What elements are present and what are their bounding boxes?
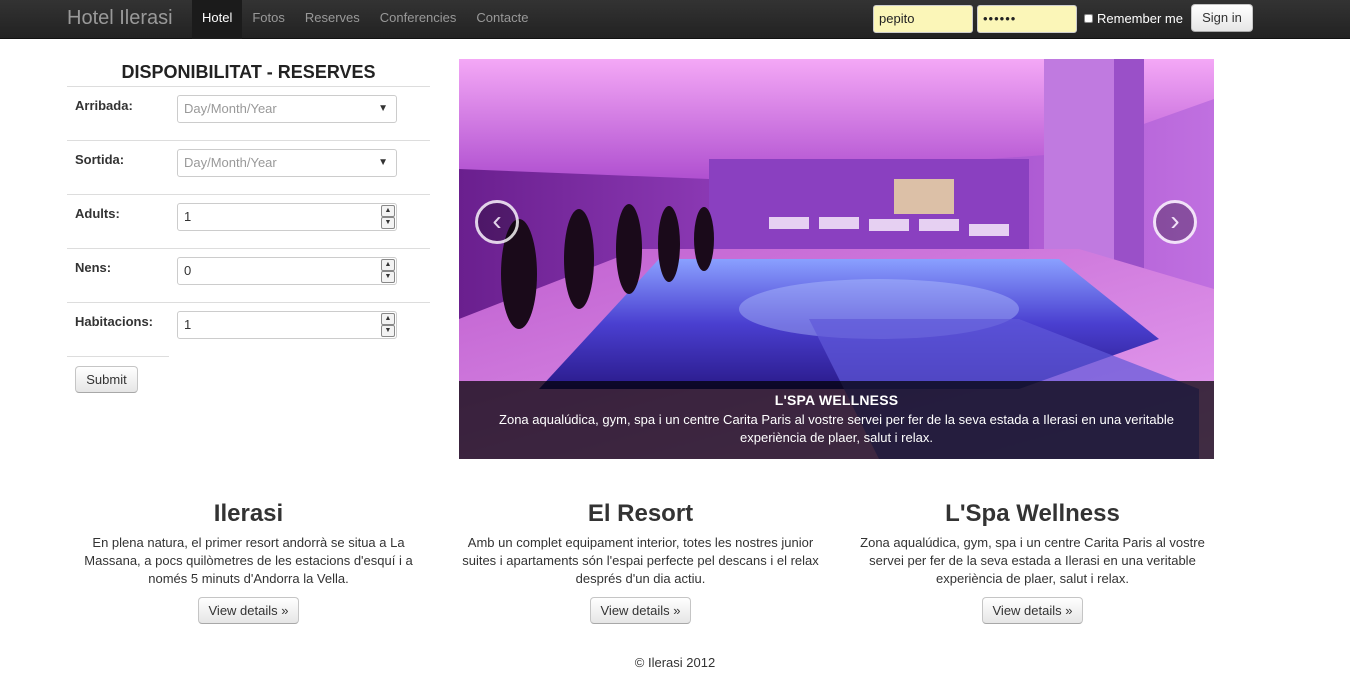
rooms-row: Habitacions: 1 ▲ ▼ <box>67 302 430 356</box>
spinner: ▲ ▼ <box>381 259 395 283</box>
main-nav: Hotel Fotos Reserves Conferencies Contac… <box>192 0 538 39</box>
footer-copyright: © Ilerasi 2012 <box>634 655 716 670</box>
feature-text: Amb un complet equipament interior, tote… <box>462 535 819 586</box>
password-input[interactable]: •••••• <box>977 5 1077 33</box>
nav-fotos[interactable]: Fotos <box>242 0 295 39</box>
caret-down-icon: ▼ <box>378 103 388 114</box>
feature-text: En plena natura, el primer resort andorr… <box>84 535 413 586</box>
top-navbar: Hotel Ilerasi Hotel Fotos Reserves Confe… <box>0 0 1350 39</box>
submit-button[interactable]: Submit <box>75 366 138 393</box>
form-divider <box>67 356 169 357</box>
children-value: 0 <box>184 263 192 278</box>
children-stepper[interactable]: 0 ▲ ▼ <box>177 257 397 285</box>
spin-up-icon[interactable]: ▲ <box>381 259 395 271</box>
adults-value: 1 <box>184 209 192 224</box>
spinner: ▲ ▼ <box>381 205 395 229</box>
carousel-caption: L'SPA WELLNESS Zona aqualúdica, gym, spa… <box>459 381 1214 459</box>
arrival-label: Arribada: <box>75 98 133 113</box>
carousel-next-icon[interactable]: › <box>1153 200 1197 244</box>
username-input[interactable]: pepito <box>873 5 973 33</box>
nav-hotel[interactable]: Hotel <box>192 0 243 39</box>
departure-placeholder: Day/Month/Year <box>184 155 277 170</box>
brand-logo[interactable]: Hotel Ilerasi <box>67 7 173 30</box>
spin-down-icon[interactable]: ▼ <box>381 325 395 337</box>
arrival-placeholder: Day/Month/Year <box>184 101 277 116</box>
caption-title: L'SPA WELLNESS <box>774 392 899 408</box>
caret-down-icon: ▼ <box>378 157 388 168</box>
adults-label: Adults: <box>75 206 120 221</box>
view-details-button[interactable]: View details » <box>981 597 1084 624</box>
carousel-prev-icon[interactable]: ‹ <box>475 200 519 244</box>
feature-spa: L'Spa Wellness Zona aqualúdica, gym, spa… <box>851 498 1214 624</box>
rooms-value: 1 <box>184 317 192 332</box>
booking-title: DISPONIBILITAT - RESERVES <box>121 62 376 82</box>
rooms-label: Habitacions: <box>75 314 154 329</box>
children-row: Nens: 0 ▲ ▼ <box>67 248 430 302</box>
nav-conferencies[interactable]: Conferencies <box>370 0 467 39</box>
feature-title: Ilerasi <box>213 500 284 527</box>
feature-resort: El Resort Amb un complet equipament inte… <box>459 498 822 624</box>
arrival-date-select[interactable]: Day/Month/Year ▼ <box>177 95 397 123</box>
adults-stepper[interactable]: 1 ▲ ▼ <box>177 203 397 231</box>
adults-row: Adults: 1 ▲ ▼ <box>67 194 430 248</box>
departure-date-select[interactable]: Day/Month/Year ▼ <box>177 149 397 177</box>
feature-text: Zona aqualúdica, gym, spa i un centre Ca… <box>860 535 1205 586</box>
nav-reserves[interactable]: Reserves <box>295 0 370 39</box>
departure-row: Sortida: Day/Month/Year ▼ <box>67 140 430 194</box>
rooms-stepper[interactable]: 1 ▲ ▼ <box>177 311 397 339</box>
nav-contacte[interactable]: Contacte <box>466 0 538 39</box>
spin-down-icon[interactable]: ▼ <box>381 217 395 229</box>
feature-title: L'Spa Wellness <box>945 500 1120 527</box>
remember-label: Remember me <box>1097 11 1183 26</box>
remember-me[interactable]: Remember me <box>1084 11 1183 26</box>
spinner: ▲ ▼ <box>381 313 395 337</box>
spin-down-icon[interactable]: ▼ <box>381 271 395 283</box>
feature-ilerasi: Ilerasi En plena natura, el primer resor… <box>67 498 430 624</box>
spin-up-icon[interactable]: ▲ <box>381 313 395 325</box>
children-label: Nens: <box>75 260 112 275</box>
feature-title: El Resort <box>587 500 694 527</box>
caption-text: Zona aqualúdica, gym, spa i un centre Ca… <box>499 412 1174 445</box>
spin-up-icon[interactable]: ▲ <box>381 205 395 217</box>
image-carousel: ‹ › L'SPA WELLNESS Zona aqualúdica, gym,… <box>459 59 1214 459</box>
departure-label: Sortida: <box>75 152 125 167</box>
view-details-button[interactable]: View details » <box>589 597 692 624</box>
view-details-button[interactable]: View details » <box>197 597 300 624</box>
arrival-row: Arribada: Day/Month/Year ▼ <box>67 86 430 140</box>
sign-in-button[interactable]: Sign in <box>1191 4 1253 32</box>
remember-checkbox[interactable] <box>1084 14 1093 23</box>
